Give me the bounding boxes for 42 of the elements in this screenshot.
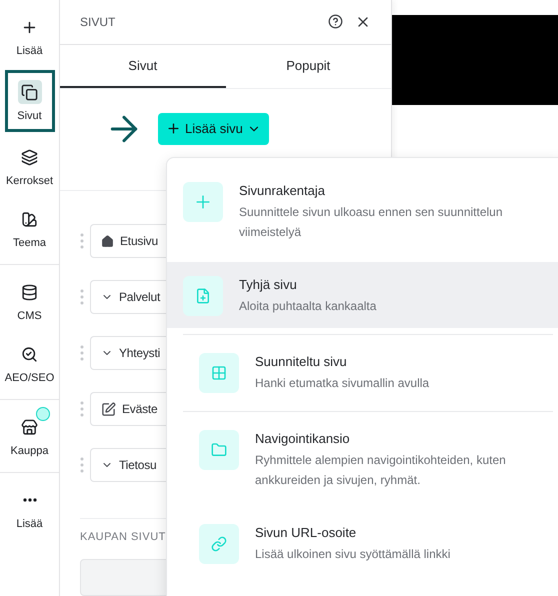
folder-icon: [211, 442, 227, 458]
layers-icon: [21, 148, 38, 166]
menu-item[interactable]: Tyhjä sivu Aloita puhtaalta kankaalta: [167, 262, 558, 328]
search-icon: [21, 346, 38, 362]
link-icon: [211, 536, 227, 552]
help-icon[interactable]: [328, 14, 343, 30]
pages-icon: [21, 84, 38, 100]
tab[interactable]: Popupit: [226, 44, 391, 88]
menu-item-description: Hanki etumatka sivumallin avulla: [255, 375, 430, 392]
menu-item-description: Suunnittele sivun ulkoasu ennen sen suunnittelun viimeistelyä: [239, 204, 504, 241]
page-name: Yhteysti: [119, 346, 160, 360]
database-icon: [21, 284, 38, 300]
drag-handle-icon[interactable]: [80, 400, 84, 418]
plus-icon: [166, 121, 181, 136]
drag-handle-icon[interactable]: [80, 344, 84, 362]
page-name: Palvelut: [119, 290, 160, 304]
menu-item-description: Aloita puhtaalta kankaalta: [239, 298, 376, 315]
store-icon: [21, 418, 38, 436]
page-name: Tietosu: [119, 458, 157, 472]
home-icon: [101, 234, 114, 248]
menu-item-title: Tyhjä sivu: [239, 277, 298, 292]
grid-icon: [211, 365, 227, 381]
edit-icon: [101, 402, 116, 417]
drag-handle-icon[interactable]: [80, 232, 84, 250]
menu-item-description: Ryhmittele alempien navigointikohteiden, kuten ankkureiden ja sivujen, ryhmät.: [255, 452, 507, 489]
page-name: Etusivu: [120, 234, 158, 248]
badge-icon: [36, 407, 50, 421]
menu-item-title: Navigointikansio: [255, 431, 351, 446]
tab[interactable]: Sivut: [60, 44, 226, 88]
panel-title: SIVUT: [80, 14, 116, 29]
drag-handle-icon[interactable]: [80, 456, 84, 474]
menu-item-title: Sivunrakentaja: [239, 183, 326, 198]
menu-item-title: Suunniteltu sivu: [255, 354, 348, 369]
drag-handle-icon[interactable]: [80, 288, 84, 306]
swatch-icon: [21, 210, 38, 228]
file-plus-icon: [195, 288, 211, 304]
menu-item-description: Lisää ulkoinen sivu syöttämällä linkki: [255, 546, 450, 563]
menu-item-title: Sivun URL-osoite: [255, 525, 358, 540]
add-page-button[interactable]: Lisää sivu: [158, 112, 269, 145]
rail-item[interactable]: Sivut: [4, 70, 54, 132]
page-name: Eväste: [122, 402, 158, 416]
more-icon: [22, 498, 36, 502]
